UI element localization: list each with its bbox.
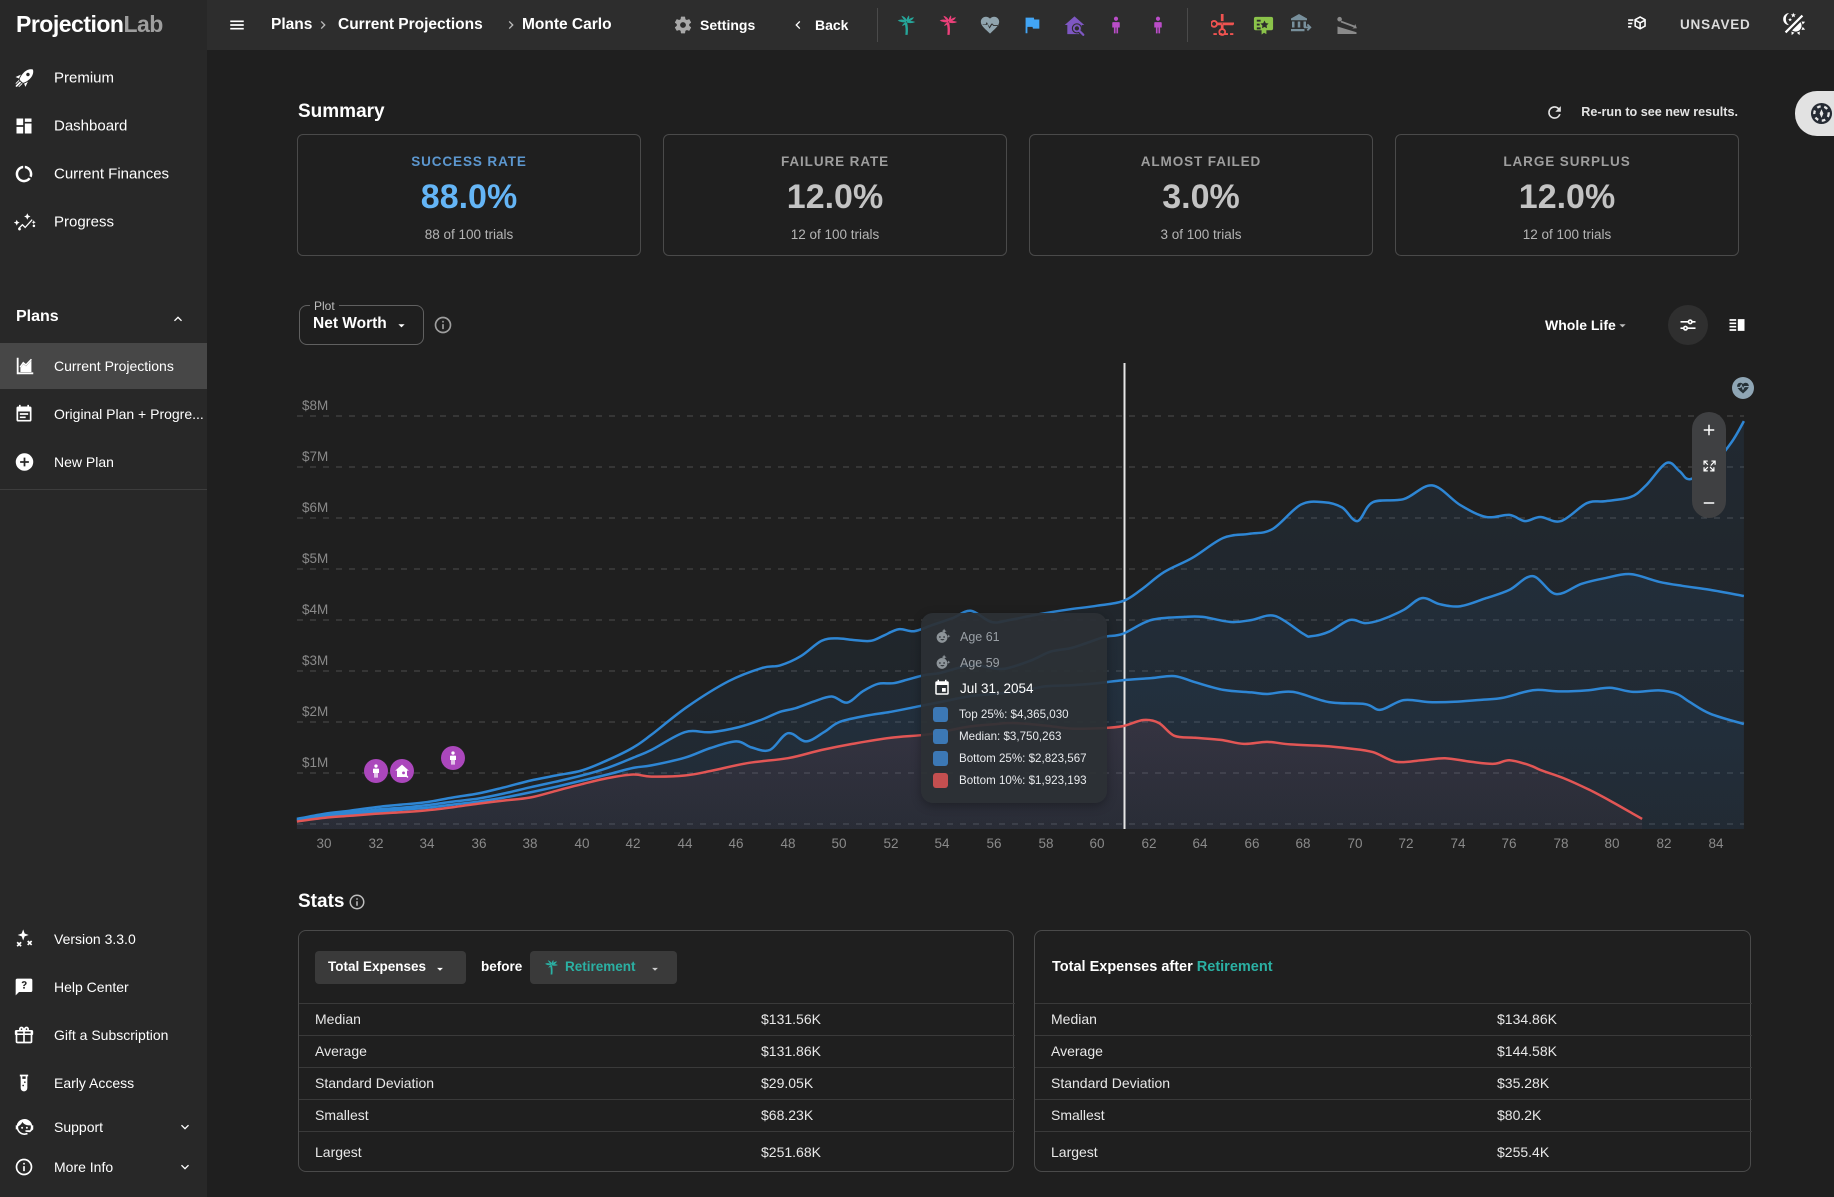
svg-text:$7M: $7M bbox=[302, 449, 328, 464]
svg-text:30: 30 bbox=[316, 836, 331, 851]
svg-text:68: 68 bbox=[1295, 836, 1310, 851]
svg-text:$8M: $8M bbox=[302, 398, 328, 413]
svg-text:$6M: $6M bbox=[302, 500, 328, 515]
svg-text:82: 82 bbox=[1656, 836, 1671, 851]
svg-text:$3M: $3M bbox=[302, 653, 328, 668]
svg-text:54: 54 bbox=[934, 836, 950, 851]
svg-text:66: 66 bbox=[1244, 836, 1259, 851]
svg-text:48: 48 bbox=[780, 836, 795, 851]
svg-text:44: 44 bbox=[677, 836, 693, 851]
svg-text:36: 36 bbox=[471, 836, 486, 851]
svg-text:62: 62 bbox=[1141, 836, 1156, 851]
svg-text:46: 46 bbox=[728, 836, 743, 851]
svg-text:38: 38 bbox=[522, 836, 537, 851]
svg-text:52: 52 bbox=[883, 836, 898, 851]
svg-text:$1M: $1M bbox=[302, 755, 328, 770]
svg-text:84: 84 bbox=[1708, 836, 1724, 851]
svg-text:$5M: $5M bbox=[302, 551, 328, 566]
svg-text:$4M: $4M bbox=[302, 602, 328, 617]
svg-text:32: 32 bbox=[368, 836, 383, 851]
svg-text:42: 42 bbox=[625, 836, 640, 851]
svg-text:50: 50 bbox=[831, 836, 846, 851]
svg-text:74: 74 bbox=[1450, 836, 1466, 851]
svg-text:40: 40 bbox=[574, 836, 589, 851]
svg-text:80: 80 bbox=[1604, 836, 1619, 851]
svg-text:34: 34 bbox=[419, 836, 435, 851]
svg-text:64: 64 bbox=[1192, 836, 1208, 851]
svg-text:60: 60 bbox=[1089, 836, 1104, 851]
svg-text:70: 70 bbox=[1347, 836, 1362, 851]
svg-text:58: 58 bbox=[1038, 836, 1053, 851]
svg-text:72: 72 bbox=[1398, 836, 1413, 851]
svg-text:78: 78 bbox=[1553, 836, 1568, 851]
svg-text:56: 56 bbox=[986, 836, 1001, 851]
svg-text:76: 76 bbox=[1501, 836, 1516, 851]
svg-text:$2M: $2M bbox=[302, 704, 328, 719]
